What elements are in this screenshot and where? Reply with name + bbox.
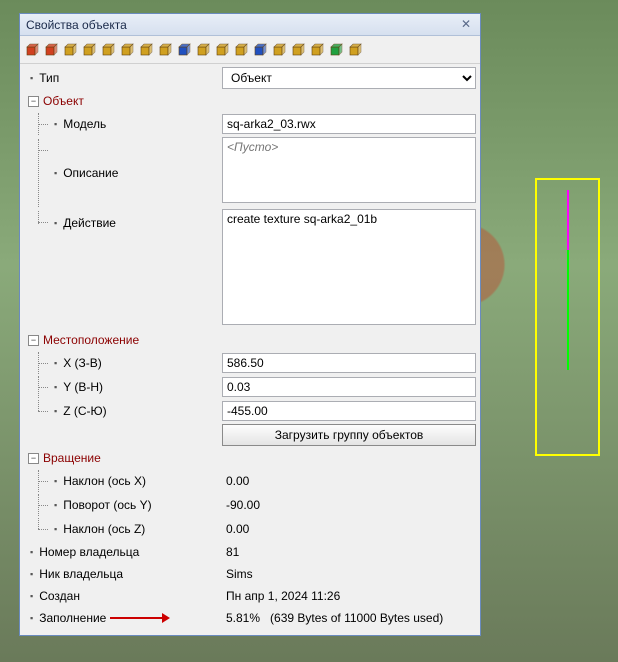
cube-small-5-icon[interactable] xyxy=(157,42,173,58)
expander-object[interactable]: − xyxy=(28,96,39,107)
toolbar xyxy=(20,36,480,64)
object-section-label: Объект xyxy=(43,94,84,108)
bullet-icon: ▪ xyxy=(54,358,57,368)
tilt-x-value: 0.00 xyxy=(222,472,476,490)
axis-1-icon[interactable] xyxy=(195,42,211,58)
action-textarea[interactable]: create texture sq-arka2_01b xyxy=(222,209,476,325)
close-icon[interactable]: ✕ xyxy=(458,17,474,33)
turn-y-value: -90.00 xyxy=(222,496,476,514)
axis-5-icon[interactable] xyxy=(271,42,287,58)
z-input[interactable] xyxy=(222,401,476,421)
tree-branch-icon xyxy=(34,139,52,207)
tree-branch-icon xyxy=(34,352,52,374)
bullet-icon: ▪ xyxy=(54,524,57,534)
bullet-icon: ▪ xyxy=(30,73,33,83)
bullet-icon: ▪ xyxy=(54,218,57,228)
cube-small-1-icon[interactable] xyxy=(81,42,97,58)
bullet-icon: ▪ xyxy=(54,476,57,486)
fill-value: 5.81% (639 Bytes of 11000 Bytes used) xyxy=(222,609,476,627)
y-input[interactable] xyxy=(222,377,476,397)
bullet-icon: ▪ xyxy=(54,119,57,129)
bullet-icon: ▪ xyxy=(30,547,33,557)
rotation-section-label: Вращение xyxy=(43,451,101,465)
cube-small-4-icon[interactable] xyxy=(138,42,154,58)
x-label: X (З-В) xyxy=(63,356,102,370)
cube-small-2-icon[interactable] xyxy=(100,42,116,58)
bullet-icon: ▪ xyxy=(54,168,57,178)
tilt-x-label: Наклон (ось X) xyxy=(63,474,146,488)
description-textarea[interactable] xyxy=(222,137,476,203)
x-input[interactable] xyxy=(222,353,476,373)
tree-branch-icon xyxy=(34,518,52,540)
axis-2-icon[interactable] xyxy=(214,42,230,58)
axis-6-icon[interactable] xyxy=(290,42,306,58)
cube-red-icon[interactable] xyxy=(24,42,40,58)
turn-y-label: Поворот (ось Y) xyxy=(63,498,151,512)
properties-content: ▪ Тип Объект − Объект ▪ Модель xyxy=(20,64,480,635)
y-label: Y (В-Н) xyxy=(63,380,103,394)
load-group-button[interactable]: Загрузить группу объектов xyxy=(222,424,476,446)
axis-4-icon[interactable] xyxy=(252,42,268,58)
expander-location[interactable]: − xyxy=(28,335,39,346)
owner-number-value: 81 xyxy=(222,543,476,561)
tilt-z-label: Наклон (ось Z) xyxy=(63,522,145,536)
shape-green-icon[interactable] xyxy=(328,42,344,58)
axis-3-icon[interactable] xyxy=(233,42,249,58)
type-select[interactable]: Объект xyxy=(222,67,476,89)
tree-branch-icon xyxy=(34,376,52,398)
created-value: Пн апр 1, 2024 11:26 xyxy=(222,587,476,605)
cube-cross-icon[interactable] xyxy=(43,42,59,58)
owner-nick-label: Ник владельца xyxy=(39,567,123,581)
bullet-icon: ▪ xyxy=(54,406,57,416)
type-label: Тип xyxy=(39,71,59,85)
bullet-icon: ▪ xyxy=(30,613,33,623)
bullet-icon: ▪ xyxy=(30,569,33,579)
tree-branch-icon xyxy=(34,470,52,492)
model-input[interactable] xyxy=(222,114,476,134)
tree-branch-icon xyxy=(34,494,52,516)
anchor-icon[interactable] xyxy=(176,42,192,58)
expander-rotation[interactable]: − xyxy=(28,453,39,464)
bullet-icon: ▪ xyxy=(30,591,33,601)
action-label: Действие xyxy=(63,216,116,230)
cube-alt-icon[interactable] xyxy=(347,42,363,58)
grid-icon[interactable] xyxy=(309,42,325,58)
fill-label: Заполнение xyxy=(39,611,106,625)
tree-branch-icon xyxy=(34,113,52,135)
z-label: Z (С-Ю) xyxy=(63,404,106,418)
cube-small-3-icon[interactable] xyxy=(119,42,135,58)
bullet-icon: ▪ xyxy=(54,500,57,510)
window-title: Свойства объекта xyxy=(26,18,458,32)
cube-yellow-icon[interactable] xyxy=(62,42,78,58)
annotation-arrow-icon xyxy=(110,613,170,623)
location-section-label: Местоположение xyxy=(43,333,139,347)
model-label: Модель xyxy=(63,117,106,131)
object-properties-window: Свойства объекта ✕ ▪ Тип Объект − Объект xyxy=(19,13,481,636)
tilt-z-value: 0.00 xyxy=(222,520,476,538)
tree-branch-icon xyxy=(34,400,52,422)
description-label: Описание xyxy=(63,166,118,180)
titlebar[interactable]: Свойства объекта ✕ xyxy=(20,14,480,36)
tree-branch-icon xyxy=(34,211,52,235)
owner-number-label: Номер владельца xyxy=(39,545,139,559)
created-label: Создан xyxy=(39,589,80,603)
bullet-icon: ▪ xyxy=(54,382,57,392)
owner-nick-value: Sims xyxy=(222,565,476,583)
